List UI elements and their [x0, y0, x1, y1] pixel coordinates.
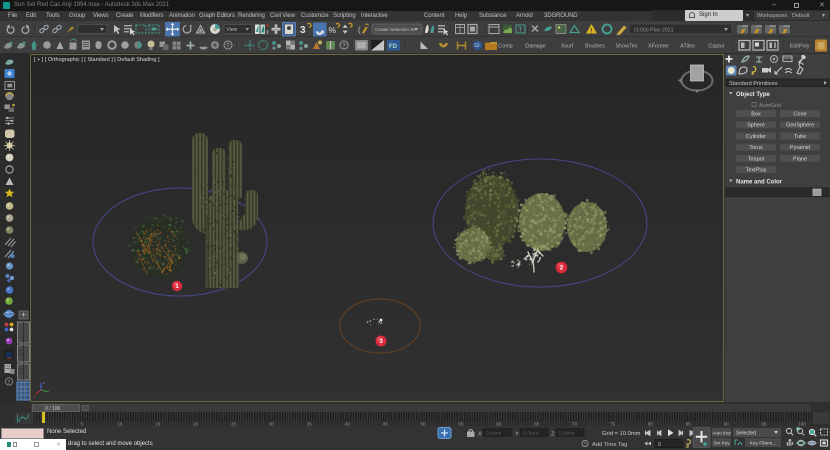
- svg-text:Set Key: Set Key: [713, 440, 730, 445]
- svg-text:Selected: Selected: [736, 430, 756, 436]
- svg-text:FD: FD: [389, 44, 398, 50]
- svg-text:Torus: Torus: [749, 145, 763, 151]
- svg-text:ATiles: ATiles: [680, 44, 695, 50]
- svg-text:z: z: [43, 380, 45, 385]
- svg-text:Plane: Plane: [793, 156, 807, 162]
- svg-text:Auto Key: Auto Key: [712, 430, 731, 435]
- svg-text:Object Type: Object Type: [736, 92, 771, 98]
- svg-text:Pyramid: Pyramid: [790, 145, 810, 151]
- svg-text:3: 3: [379, 338, 383, 345]
- svg-text:0.0mm: 0.0mm: [523, 431, 538, 437]
- svg-text:Name and Color: Name and Color: [736, 180, 783, 186]
- svg-text:(: (: [358, 26, 361, 35]
- svg-text:Cylinder: Cylinder: [746, 134, 766, 140]
- svg-text:!: !: [590, 29, 592, 35]
- svg-text:?: ?: [8, 380, 11, 386]
- svg-text:%: %: [329, 25, 337, 35]
- svg-text:Grid = 10.0mm: Grid = 10.0mm: [602, 431, 641, 437]
- svg-text:ShowTex: ShowTex: [616, 44, 638, 50]
- svg-text:GI: GI: [474, 43, 480, 49]
- svg-text:Box: Box: [751, 112, 761, 118]
- svg-text:3: 3: [300, 25, 306, 36]
- svg-text:Standard Primitives: Standard Primitives: [729, 81, 778, 87]
- svg-text:x: x: [33, 394, 35, 399]
- svg-text:1: 1: [175, 283, 179, 290]
- svg-text:Damage: Damage: [525, 44, 545, 50]
- svg-text:Captur: Captur: [708, 44, 724, 50]
- svg-text:EditPoly: EditPoly: [790, 44, 810, 50]
- svg-text:(3.05b Plan 2021: (3.05b Plan 2021: [634, 27, 674, 33]
- svg-text:TextPlus: TextPlus: [746, 168, 767, 174]
- svg-text:Key Filters...: Key Filters...: [750, 440, 777, 446]
- svg-text:0.0mm: 0.0mm: [559, 431, 574, 437]
- svg-text:Create Selection Se: Create Selection Se: [375, 27, 416, 32]
- svg-text:Xsurf: Xsurf: [561, 44, 574, 50]
- svg-text:0: 0: [658, 442, 661, 448]
- svg-text:Comp: Comp: [498, 44, 512, 50]
- svg-text:Brushes: Brushes: [585, 44, 605, 50]
- svg-text:Cone: Cone: [793, 112, 806, 118]
- svg-text:Add Time Tag: Add Time Tag: [592, 442, 627, 448]
- svg-text:AutoGrid: AutoGrid: [759, 103, 781, 109]
- svg-text:Teapot: Teapot: [748, 156, 765, 162]
- svg-text:Sphere: Sphere: [747, 123, 765, 129]
- svg-text:View: View: [227, 27, 238, 33]
- svg-text:0.0mm: 0.0mm: [486, 431, 501, 437]
- svg-text:Tube: Tube: [794, 134, 806, 140]
- svg-text:GeoSphere: GeoSphere: [786, 123, 814, 129]
- svg-text:2: 2: [560, 265, 564, 272]
- svg-text:XFormer: XFormer: [648, 44, 669, 50]
- svg-text:T: T: [519, 28, 523, 34]
